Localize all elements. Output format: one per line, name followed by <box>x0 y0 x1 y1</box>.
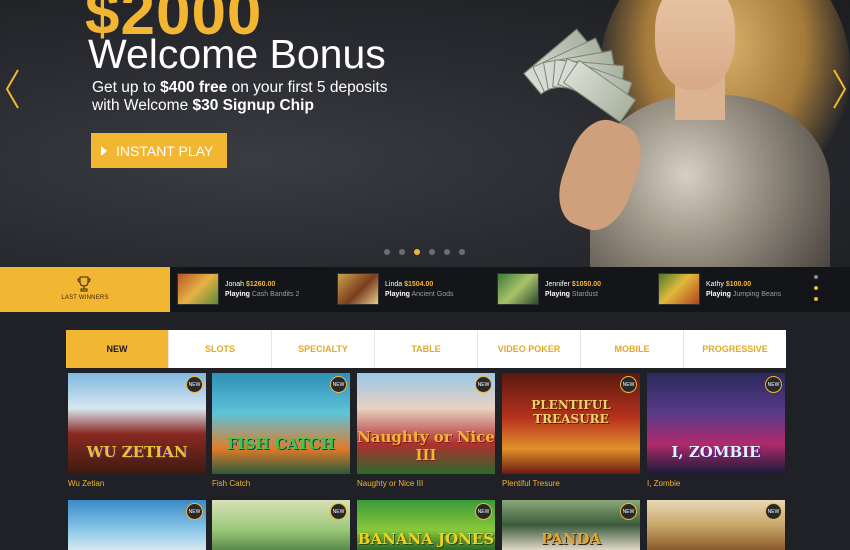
game-card-shark[interactable]: NEW <box>68 500 206 550</box>
game-card-plentiful-tresure[interactable]: PLENTIFUL TREASURE NEW <box>502 373 640 474</box>
game-title[interactable]: Plentiful Tresure <box>502 479 560 488</box>
carousel-dot[interactable] <box>459 249 465 255</box>
last-winners-label: LAST WINNERS <box>61 295 109 301</box>
tab-specialty[interactable]: SPECIALTY <box>272 330 375 368</box>
game-card-panda[interactable]: PANDA NEW <box>502 500 640 550</box>
pager-dot-active[interactable] <box>814 297 818 301</box>
game-card-wu-zetian[interactable]: WU ZETIAN NEW <box>68 373 206 474</box>
pager-dot-active[interactable] <box>814 286 818 290</box>
winners-pager <box>814 275 820 305</box>
trophy-icon <box>77 276 91 292</box>
instant-play-button[interactable]: INSTANT PLAY <box>91 133 227 168</box>
hero-subtitle-1: Get up to $400 free on your first 5 depo… <box>92 79 388 96</box>
game-thumbnail <box>497 273 539 305</box>
game-title[interactable]: Fish Catch <box>212 479 250 488</box>
carousel-dot-active[interactable] <box>414 249 420 255</box>
carousel-prev-arrow-icon[interactable] <box>4 68 22 110</box>
new-badge: NEW <box>475 376 492 393</box>
hero-title: Welcome Bonus <box>88 31 386 77</box>
pager-dot[interactable] <box>814 275 818 279</box>
new-badge: NEW <box>765 503 782 520</box>
game-card-dragon[interactable]: NEW <box>647 500 785 550</box>
game-card-naughty-or-nice[interactable]: Naughty or Nice III NEW <box>357 373 495 474</box>
new-badge: NEW <box>620 376 637 393</box>
game-title[interactable]: Naughty or Nice III <box>357 479 423 488</box>
hero-banner: $2000 Welcome Bonus Get up to $400 free … <box>0 0 850 267</box>
carousel-dot[interactable] <box>429 249 435 255</box>
new-badge: NEW <box>475 503 492 520</box>
new-badge: NEW <box>765 376 782 393</box>
tab-progressive[interactable]: PROGRESSIVE <box>684 330 786 368</box>
tab-new[interactable]: NEW <box>66 330 169 368</box>
carousel-dot[interactable] <box>399 249 405 255</box>
game-thumbnail <box>177 273 219 305</box>
game-card-fish-catch[interactable]: FISH CATCH NEW <box>212 373 350 474</box>
game-card-banana-jones[interactable]: BANANA JONES NEW <box>357 500 495 550</box>
tab-video-poker[interactable]: VIDEO POKER <box>478 330 581 368</box>
carousel-dot[interactable] <box>384 249 390 255</box>
new-badge: NEW <box>330 503 347 520</box>
carousel-next-arrow-icon[interactable] <box>830 68 848 110</box>
carousel-dots <box>384 249 465 255</box>
play-icon <box>101 146 107 156</box>
tab-slots[interactable]: SLOTS <box>169 330 272 368</box>
game-title[interactable]: I, Zombie <box>647 479 680 488</box>
game-card-fairy[interactable]: NEW <box>212 500 350 550</box>
last-winners-label-box: LAST WINNERS <box>0 267 170 312</box>
hero-subtitle-2: with Welcome $30 Signup Chip <box>92 97 314 114</box>
new-badge: NEW <box>186 376 203 393</box>
hero-model-image <box>470 0 850 267</box>
new-badge: NEW <box>186 503 203 520</box>
game-card-i-zombie[interactable]: I, ZOMBIE NEW <box>647 373 785 474</box>
tab-mobile[interactable]: MOBILE <box>581 330 684 368</box>
tab-table[interactable]: TABLE <box>375 330 478 368</box>
game-title[interactable]: Wu Zetian <box>68 479 104 488</box>
game-category-tabs: NEW SLOTS SPECIALTY TABLE VIDEO POKER MO… <box>66 330 786 368</box>
game-thumbnail <box>658 273 700 305</box>
carousel-dot[interactable] <box>444 249 450 255</box>
cash-fan-image <box>523 28 637 123</box>
last-winners-bar: LAST WINNERS Jonah $1260.00 Playing Cash… <box>0 267 850 312</box>
new-badge: NEW <box>620 503 637 520</box>
new-badge: NEW <box>330 376 347 393</box>
game-thumbnail <box>337 273 379 305</box>
